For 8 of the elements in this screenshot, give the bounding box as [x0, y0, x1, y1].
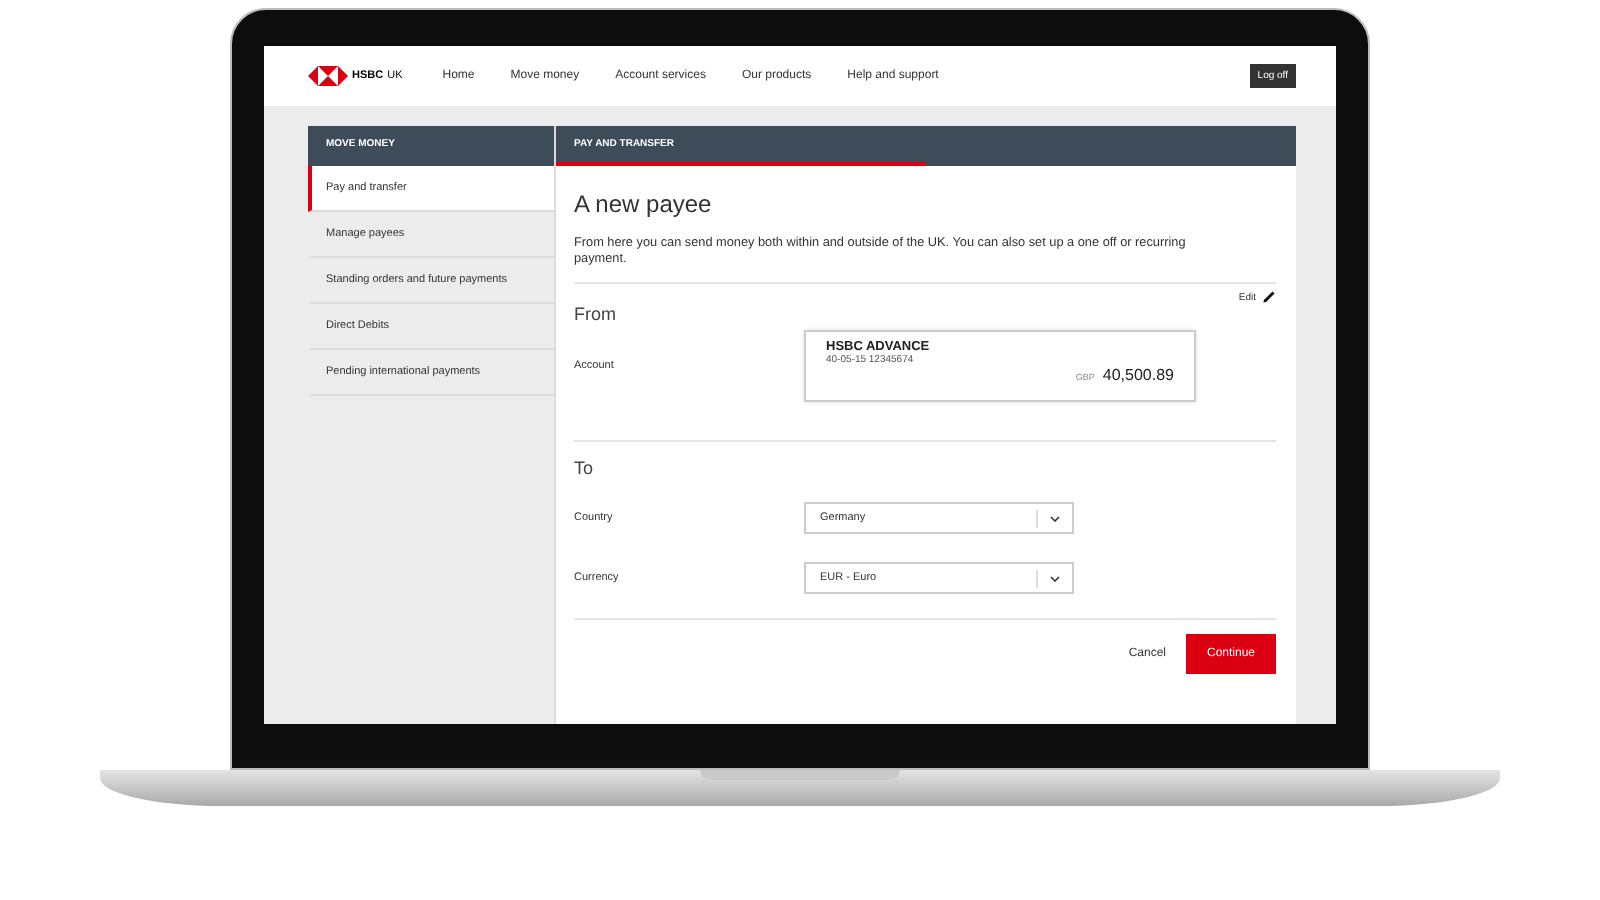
page-title: A new payee	[574, 190, 714, 218]
section-heading: To	[574, 458, 596, 478]
account-balance: 40,500.89	[1102, 366, 1174, 384]
chevron-down-icon	[1050, 515, 1060, 521]
logo-icon	[308, 66, 348, 86]
chevron-down-icon	[1050, 575, 1060, 581]
section-heading: From	[574, 304, 618, 324]
pencil-icon	[1262, 290, 1276, 304]
